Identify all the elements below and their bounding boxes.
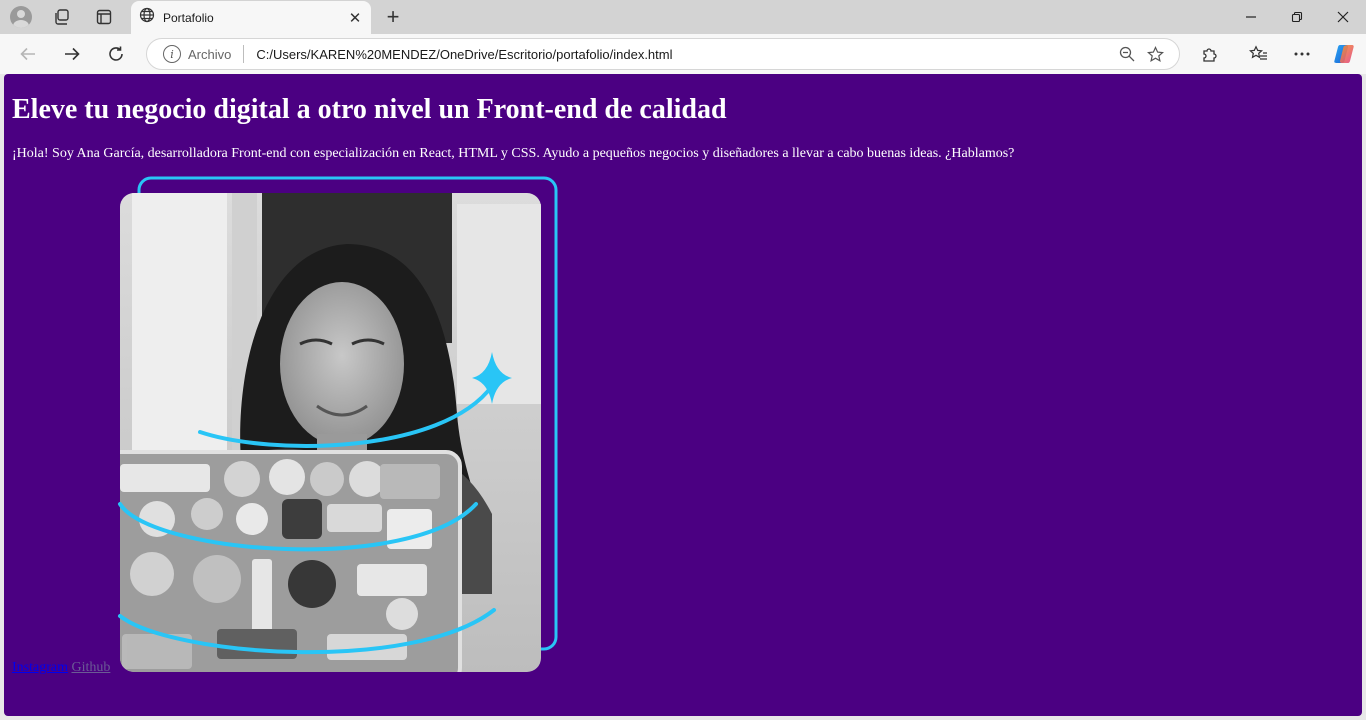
vertical-tabs-icon[interactable] (91, 5, 117, 29)
close-tab-icon[interactable]: ✕ (343, 6, 367, 30)
globe-icon (139, 7, 155, 28)
favorite-star-icon[interactable] (1141, 40, 1169, 68)
favorites-icon[interactable] (1244, 40, 1272, 68)
forward-button[interactable] (58, 40, 86, 68)
tab-title: Portafolio (163, 10, 214, 25)
refresh-button[interactable] (102, 40, 130, 68)
address-bar[interactable]: i Archivo C:/Users/KAREN%20MENDEZ/OneDri… (146, 38, 1180, 70)
minimize-button[interactable] (1228, 0, 1274, 34)
copilot-icon[interactable] (1330, 40, 1358, 68)
more-icon[interactable] (1288, 40, 1316, 68)
back-button[interactable] (14, 40, 42, 68)
page-viewport: Eleve tu negocio digital a otro nivel un… (4, 74, 1362, 716)
address-divider (243, 45, 245, 63)
social-links: Instagram Github (12, 660, 110, 676)
hero-portrait-image (118, 176, 558, 672)
extensions-puzzle-icon[interactable] (1196, 40, 1224, 68)
page-title: Eleve tu negocio digital a otro nivel un… (12, 94, 727, 125)
close-window-button[interactable] (1320, 0, 1366, 34)
address-url[interactable]: C:/Users/KAREN%20MENDEZ/OneDrive/Escrito… (256, 47, 1113, 62)
tab-portafolio[interactable]: Portafolio ✕ (131, 1, 371, 34)
profile-avatar[interactable] (8, 5, 34, 29)
tab-strip: Portafolio ✕ + (0, 0, 1366, 34)
address-scheme-label: Archivo (188, 46, 232, 62)
tab-actions-icon[interactable] (49, 5, 75, 29)
instagram-link[interactable]: Instagram (12, 660, 68, 675)
info-icon[interactable]: i (163, 45, 181, 63)
new-tab-icon[interactable]: + (380, 4, 406, 29)
browser-toolbar: i Archivo C:/Users/KAREN%20MENDEZ/OneDri… (0, 34, 1366, 74)
intro-paragraph: ¡Hola! Soy Ana García, desarrolladora Fr… (12, 146, 1015, 161)
github-link[interactable]: Github (71, 660, 110, 675)
zoom-out-icon[interactable] (1113, 40, 1141, 68)
avatar-icon (10, 6, 32, 28)
restore-button[interactable] (1274, 0, 1320, 34)
